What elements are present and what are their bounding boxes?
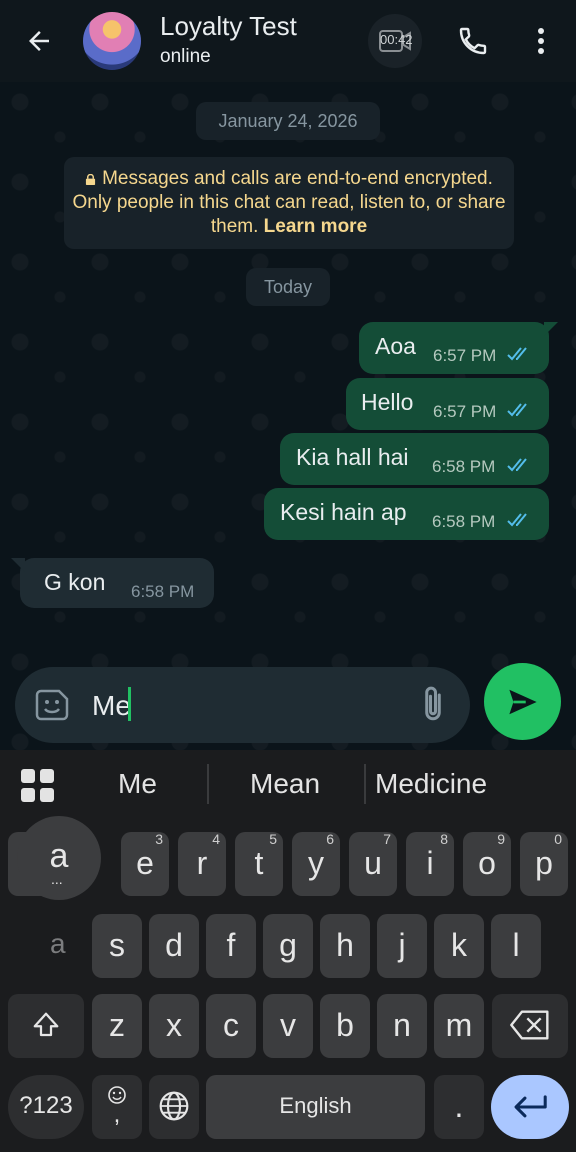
phone-icon <box>459 27 487 55</box>
kebab-menu-icon <box>538 28 544 54</box>
apps-grid-icon[interactable] <box>20 768 56 804</box>
key-c[interactable]: c <box>206 994 256 1058</box>
message-input[interactable] <box>90 685 394 727</box>
key-b[interactable]: b <box>320 994 370 1058</box>
today-separator: Today <box>246 268 330 306</box>
read-ticks-icon <box>507 458 527 472</box>
message-time: 6:58 PM <box>131 582 195 601</box>
message-text: Kesi hain ap <box>280 499 407 525</box>
message-text: G kon <box>44 569 106 595</box>
message-time: 6:58 PM <box>432 512 496 531</box>
key-f[interactable]: f <box>206 914 256 978</box>
period-key[interactable]: . <box>434 1075 484 1139</box>
shift-key[interactable] <box>8 994 84 1058</box>
message-bubble-incoming[interactable]: G kon 6:58 PM <box>11 558 214 608</box>
lock-icon <box>86 174 96 185</box>
shift-icon <box>33 1012 59 1037</box>
globe-icon <box>159 1091 189 1121</box>
key-a-ghost: a <box>50 928 66 959</box>
language-key[interactable] <box>149 1075 199 1139</box>
learn-more-link[interactable]: Learn more <box>264 216 367 237</box>
key-x[interactable]: x <box>149 994 199 1058</box>
encryption-notice[interactable]: Messages and calls are end-to-end encryp… <box>64 157 514 249</box>
send-icon <box>508 689 537 714</box>
message-bubble-outgoing[interactable]: Kesi hain ap 6:58 PM <box>264 488 549 540</box>
key-h[interactable]: h <box>320 914 370 978</box>
message-bubble-outgoing[interactable]: Aoa 6:57 PM <box>359 322 558 374</box>
message-composer <box>15 667 470 743</box>
read-ticks-icon <box>507 347 527 361</box>
read-ticks-icon <box>507 403 527 417</box>
voice-call-button[interactable] <box>446 14 500 68</box>
read-ticks-icon <box>507 513 527 527</box>
key-p[interactable]: p0 <box>520 831 568 896</box>
key-i[interactable]: i8 <box>406 831 454 896</box>
more-options-button[interactable] <box>514 14 568 68</box>
suggestion-1[interactable]: Me <box>118 768 157 800</box>
key-r[interactable]: r4 <box>178 831 226 896</box>
suggestion-2[interactable]: Mean <box>250 768 320 800</box>
space-bar[interactable]: English <box>206 1075 425 1139</box>
key-d[interactable]: d <box>149 914 199 978</box>
enter-key[interactable] <box>491 1075 569 1139</box>
message-bubble-outgoing[interactable]: Hello 6:57 PM <box>346 378 549 430</box>
key-v[interactable]: v <box>263 994 313 1058</box>
suggestion-3[interactable]: Medicine <box>375 768 487 800</box>
key-k[interactable]: k <box>434 914 484 978</box>
video-call-button[interactable]: 00:42 <box>368 14 422 68</box>
message-bubble-outgoing[interactable]: Kia hall hai 6:58 PM <box>280 433 549 485</box>
backspace-icon <box>510 1010 549 1040</box>
key-z[interactable]: z <box>92 994 142 1058</box>
message-text: Kia hall hai <box>296 444 409 470</box>
key-e[interactable]: e3 <box>121 831 169 896</box>
backspace-key[interactable] <box>492 994 568 1058</box>
key-g[interactable]: g <box>263 914 313 978</box>
date-separator: January 24, 2026 <box>196 102 380 140</box>
key-m[interactable]: m <box>434 994 484 1058</box>
chat-header: Loyalty Test online 00:42 <box>0 0 576 82</box>
video-overlay-text: 00:42 <box>380 32 413 47</box>
key-popup-a[interactable]: a... <box>17 816 101 900</box>
back-arrow-icon[interactable] <box>22 24 56 58</box>
send-button[interactable] <box>484 663 561 740</box>
message-text: Aoa <box>375 333 416 359</box>
symbols-key[interactable]: ?123 <box>8 1075 84 1139</box>
emoji-comma-key[interactable]: , <box>92 1075 142 1139</box>
message-time: 6:57 PM <box>433 346 497 365</box>
contact-status: online <box>160 46 211 67</box>
key-t[interactable]: t5 <box>235 831 283 896</box>
key-j[interactable]: j <box>377 914 427 978</box>
sticker-icon[interactable] <box>35 687 71 723</box>
attachment-clip-icon[interactable] <box>417 685 449 725</box>
contact-avatar[interactable] <box>83 12 141 70</box>
key-o[interactable]: o9 <box>463 831 511 896</box>
chat-area[interactable]: January 24, 2026 Messages and calls are … <box>0 82 576 750</box>
key-s[interactable]: s <box>92 914 142 978</box>
message-time: 6:58 PM <box>432 457 496 476</box>
key-l[interactable]: l <box>491 914 541 978</box>
text-caret <box>128 687 131 721</box>
message-time: 6:57 PM <box>433 402 497 421</box>
message-text: Hello <box>361 389 414 415</box>
key-u[interactable]: u7 <box>349 831 397 896</box>
key-y[interactable]: y6 <box>292 831 340 896</box>
enter-arrow-icon <box>514 1095 547 1118</box>
contact-name[interactable]: Loyalty Test <box>160 11 297 42</box>
key-n[interactable]: n <box>377 994 427 1058</box>
